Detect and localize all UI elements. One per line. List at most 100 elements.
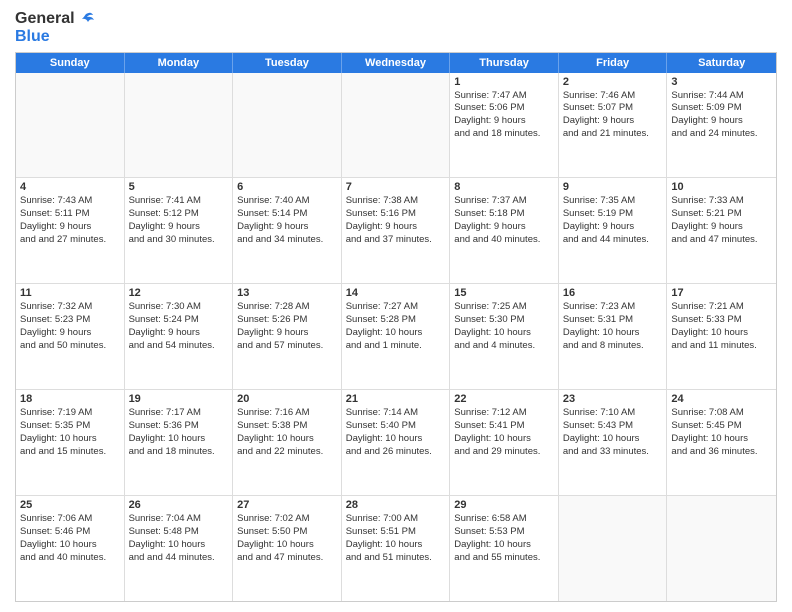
sunset-text: Sunset: 5:30 PM: [454, 314, 554, 327]
daylight-line2: and and 22 minutes.: [237, 446, 337, 459]
page-header: General Blue: [15, 10, 777, 46]
calendar-cell: 12Sunrise: 7:30 AMSunset: 5:24 PMDayligh…: [125, 284, 234, 389]
calendar-week: 18Sunrise: 7:19 AMSunset: 5:35 PMDayligh…: [16, 390, 776, 496]
logo: General Blue: [15, 10, 95, 46]
calendar-week: 1Sunrise: 7:47 AMSunset: 5:06 PMDaylight…: [16, 73, 776, 179]
calendar-cell: [125, 73, 234, 178]
calendar-cell: 14Sunrise: 7:27 AMSunset: 5:28 PMDayligh…: [342, 284, 451, 389]
sunrise-text: Sunrise: 7:37 AM: [454, 195, 554, 208]
day-number: 23: [563, 393, 663, 405]
daylight-line2: and and 33 minutes.: [563, 446, 663, 459]
daylight-line2: and and 40 minutes.: [20, 552, 120, 565]
daylight-line2: and and 11 minutes.: [671, 340, 772, 353]
calendar-cell: 16Sunrise: 7:23 AMSunset: 5:31 PMDayligh…: [559, 284, 668, 389]
day-number: 8: [454, 181, 554, 193]
sunrise-text: Sunrise: 7:14 AM: [346, 407, 446, 420]
daylight-line2: and and 18 minutes.: [129, 446, 229, 459]
daylight-line1: Daylight: 10 hours: [346, 433, 446, 446]
sunrise-text: Sunrise: 7:00 AM: [346, 513, 446, 526]
calendar-cell: 7Sunrise: 7:38 AMSunset: 5:16 PMDaylight…: [342, 178, 451, 283]
sunset-text: Sunset: 5:46 PM: [20, 526, 120, 539]
daylight-line2: and and 30 minutes.: [129, 234, 229, 247]
daylight-line2: and and 24 minutes.: [671, 128, 772, 141]
calendar-cell: [667, 496, 776, 601]
sunset-text: Sunset: 5:31 PM: [563, 314, 663, 327]
sunrise-text: Sunrise: 7:27 AM: [346, 301, 446, 314]
calendar-cell: [16, 73, 125, 178]
sunset-text: Sunset: 5:36 PM: [129, 420, 229, 433]
daylight-line1: Daylight: 9 hours: [671, 115, 772, 128]
daylight-line2: and and 47 minutes.: [237, 552, 337, 565]
calendar-header-cell: Friday: [559, 53, 668, 73]
daylight-line1: Daylight: 10 hours: [237, 539, 337, 552]
day-number: 17: [671, 287, 772, 299]
daylight-line2: and and 54 minutes.: [129, 340, 229, 353]
day-number: 27: [237, 499, 337, 511]
calendar-header-cell: Sunday: [16, 53, 125, 73]
daylight-line1: Daylight: 10 hours: [346, 327, 446, 340]
logo-blue: Blue: [15, 28, 50, 45]
sunset-text: Sunset: 5:09 PM: [671, 102, 772, 115]
sunrise-text: Sunrise: 7:44 AM: [671, 90, 772, 103]
calendar-cell: 17Sunrise: 7:21 AMSunset: 5:33 PMDayligh…: [667, 284, 776, 389]
calendar-cell: 9Sunrise: 7:35 AMSunset: 5:19 PMDaylight…: [559, 178, 668, 283]
sunrise-text: Sunrise: 7:10 AM: [563, 407, 663, 420]
daylight-line1: Daylight: 10 hours: [563, 327, 663, 340]
calendar-cell: 2Sunrise: 7:46 AMSunset: 5:07 PMDaylight…: [559, 73, 668, 178]
daylight-line2: and and 37 minutes.: [346, 234, 446, 247]
day-number: 10: [671, 181, 772, 193]
daylight-line1: Daylight: 9 hours: [237, 327, 337, 340]
sunset-text: Sunset: 5:48 PM: [129, 526, 229, 539]
calendar-cell: 4Sunrise: 7:43 AMSunset: 5:11 PMDaylight…: [16, 178, 125, 283]
calendar: SundayMondayTuesdayWednesdayThursdayFrid…: [15, 52, 777, 602]
calendar-cell: 21Sunrise: 7:14 AMSunset: 5:40 PMDayligh…: [342, 390, 451, 495]
day-number: 11: [20, 287, 120, 299]
calendar-header-cell: Saturday: [667, 53, 776, 73]
sunrise-text: Sunrise: 7:06 AM: [20, 513, 120, 526]
daylight-line1: Daylight: 10 hours: [20, 539, 120, 552]
sunrise-text: Sunrise: 7:47 AM: [454, 90, 554, 103]
sunset-text: Sunset: 5:41 PM: [454, 420, 554, 433]
day-number: 20: [237, 393, 337, 405]
daylight-line2: and and 40 minutes.: [454, 234, 554, 247]
daylight-line1: Daylight: 10 hours: [237, 433, 337, 446]
calendar-cell: 1Sunrise: 7:47 AMSunset: 5:06 PMDaylight…: [450, 73, 559, 178]
calendar-header-cell: Wednesday: [342, 53, 451, 73]
sunset-text: Sunset: 5:21 PM: [671, 208, 772, 221]
sunset-text: Sunset: 5:23 PM: [20, 314, 120, 327]
sunrise-text: Sunrise: 7:08 AM: [671, 407, 772, 420]
sunrise-text: Sunrise: 7:40 AM: [237, 195, 337, 208]
sunrise-text: Sunrise: 7:12 AM: [454, 407, 554, 420]
sunrise-text: Sunrise: 7:21 AM: [671, 301, 772, 314]
day-number: 16: [563, 287, 663, 299]
daylight-line1: Daylight: 9 hours: [20, 221, 120, 234]
calendar-cell: [342, 73, 451, 178]
day-number: 25: [20, 499, 120, 511]
calendar-header-cell: Thursday: [450, 53, 559, 73]
sunset-text: Sunset: 5:26 PM: [237, 314, 337, 327]
sunrise-text: Sunrise: 7:35 AM: [563, 195, 663, 208]
daylight-line1: Daylight: 9 hours: [20, 327, 120, 340]
day-number: 2: [563, 76, 663, 88]
daylight-line2: and and 44 minutes.: [563, 234, 663, 247]
daylight-line1: Daylight: 10 hours: [454, 539, 554, 552]
calendar-cell: 3Sunrise: 7:44 AMSunset: 5:09 PMDaylight…: [667, 73, 776, 178]
daylight-line2: and and 36 minutes.: [671, 446, 772, 459]
sunrise-text: Sunrise: 7:33 AM: [671, 195, 772, 208]
daylight-line2: and and 55 minutes.: [454, 552, 554, 565]
sunset-text: Sunset: 5:19 PM: [563, 208, 663, 221]
sunset-text: Sunset: 5:07 PM: [563, 102, 663, 115]
day-number: 5: [129, 181, 229, 193]
calendar-header-row: SundayMondayTuesdayWednesdayThursdayFrid…: [16, 53, 776, 73]
calendar-cell: 22Sunrise: 7:12 AMSunset: 5:41 PMDayligh…: [450, 390, 559, 495]
calendar-cell: [233, 73, 342, 178]
day-number: 13: [237, 287, 337, 299]
daylight-line2: and and 26 minutes.: [346, 446, 446, 459]
day-number: 9: [563, 181, 663, 193]
logo-general: General: [15, 10, 75, 27]
calendar-cell: 5Sunrise: 7:41 AMSunset: 5:12 PMDaylight…: [125, 178, 234, 283]
calendar-cell: 13Sunrise: 7:28 AMSunset: 5:26 PMDayligh…: [233, 284, 342, 389]
calendar-cell: 26Sunrise: 7:04 AMSunset: 5:48 PMDayligh…: [125, 496, 234, 601]
day-number: 22: [454, 393, 554, 405]
daylight-line1: Daylight: 10 hours: [129, 433, 229, 446]
